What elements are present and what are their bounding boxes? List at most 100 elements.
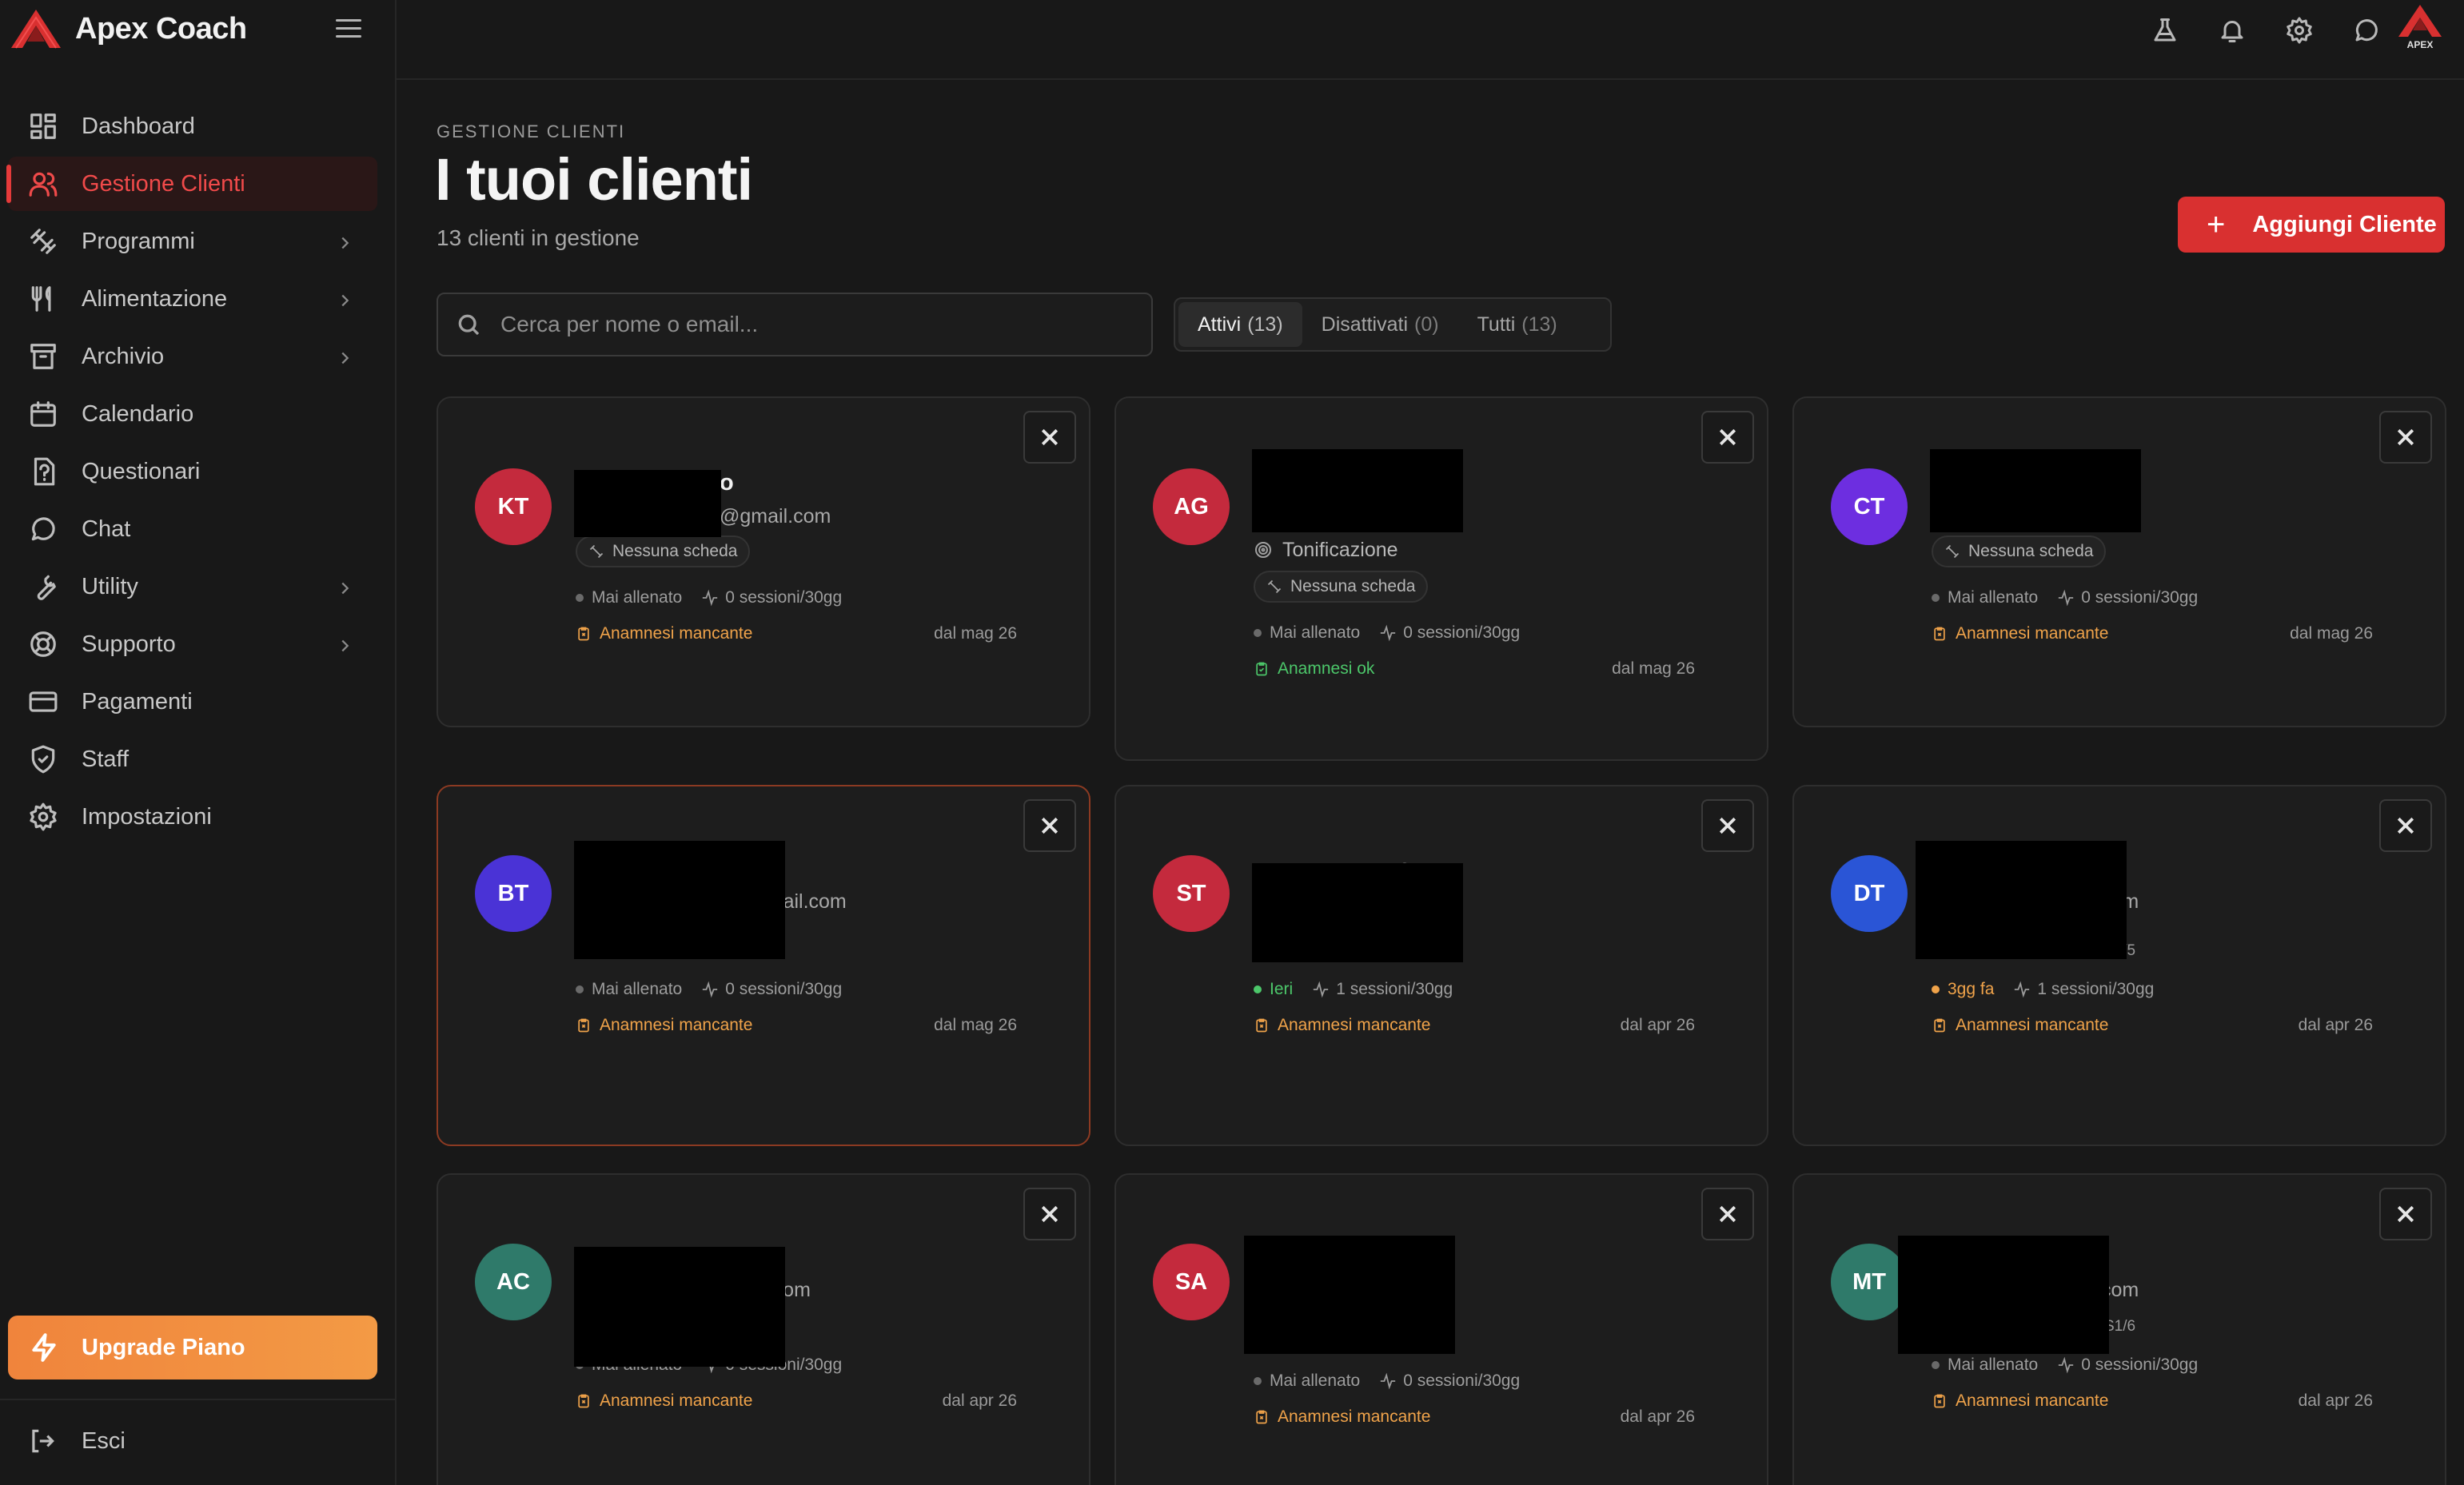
flask-icon[interactable] [2147,13,2183,48]
sidebar-item-impostazioni[interactable]: Impostazioni [8,790,377,844]
utensils-icon [31,286,51,312]
gear-icon[interactable] [2282,13,2317,48]
card-footer: Anamnesi mancante dal apr 26 [1254,1399,1703,1435]
card-footer: Anamnesi mancante dal apr 26 [1254,1007,1703,1044]
sidebar-item-questionari[interactable]: Questionari [8,444,377,499]
client-since: dal apr 26 [1620,1016,1695,1034]
anamnesis-label: Anamnesi mancante [1956,1016,2109,1034]
bell-icon[interactable] [2215,13,2250,48]
app-name: Apex Coach [75,11,247,46]
remove-client-button[interactable] [2379,1188,2432,1240]
activity-icon [1381,624,1396,642]
client-card[interactable]: STo.comS1/3Ieri1 sessioni/30ggAnamnesi m… [1114,785,1768,1146]
sidebar-item-dashboard[interactable]: Dashboard [8,99,377,153]
sidebar-item-alimentazione[interactable]: Alimentazione [8,272,377,326]
tab-attivi[interactable]: Attivi (13) [1178,302,1302,347]
chevron-right-icon [336,232,353,249]
remove-client-button[interactable] [2379,799,2432,852]
search-icon [458,314,480,336]
sidebar-item-programmi[interactable]: Programmi [8,214,377,269]
chat-icon[interactable] [2349,13,2384,48]
session-count: 0 sessioni/30gg [1403,623,1521,642]
status-dot [576,594,584,602]
client-card[interactable]: SA Mai allenato 0 sessioni/30gg Anamnesi ma… [1114,1173,1768,1485]
anamnesis-status[interactable]: Anamnesi mancante [1254,1407,1430,1427]
tab-count: (13) [1247,313,1283,336]
avatar: MT [1831,1244,1908,1320]
anamnesis-status[interactable]: Anamnesi mancante [1932,1391,2108,1411]
upgrade-plan-button[interactable]: Upgrade Piano [8,1316,377,1379]
client-since: dal mag 26 [2290,624,2373,643]
sidebar-item-pagamenti[interactable]: Pagamenti [8,675,377,729]
client-card[interactable]: BTin@gmail.comS1/6Mai allenato0 sessioni… [437,785,1090,1146]
session-count: 0 sessioni/30gg [2081,1356,2199,1374]
sidebar-item-archivio[interactable]: Archivio [8,329,377,384]
remove-client-button[interactable] [1023,1188,1076,1240]
anamnesis-status[interactable]: Anamnesi mancante [1932,624,2108,643]
program-badge-label: Nessuna scheda [1968,542,2094,560]
anamnesis-label: Anamnesi mancante [1956,624,2109,643]
activity-stats: Mai allenato 0 sessioni/30gg [1254,1364,1703,1399]
sidebar-item-label: Alimentazione [82,285,228,312]
sidebar-item-utility[interactable]: Utility [8,559,377,614]
apex-avatar-logo-icon[interactable]: APEX [2392,2,2448,53]
card-footer: Anamnesi mancante dal mag 26 [1932,615,2381,652]
dashboard-icon [27,110,59,142]
client-card[interactable]: AGdi.comTonificazioneNessuna schedaMai a… [1114,396,1768,761]
avatar: CT [1831,468,1908,545]
status-dot [1254,985,1262,993]
anamnesis-status[interactable]: Anamnesi mancante [1254,1016,1430,1035]
clipboard-icon [578,627,589,641]
client-card[interactable]: CToNessuna schedaMai allenato0 sessioni/… [1792,396,2446,727]
avatar: AC [475,1244,552,1320]
sidebar-item-chat[interactable]: Chat [8,502,377,556]
client-card[interactable]: DTail.comS2/53gg fa1 sessioni/30ggAnamne… [1792,785,2446,1146]
sidebar-item-calendario[interactable]: Calendario [8,387,377,441]
anamnesis-status[interactable]: Anamnesi mancante [576,1016,752,1035]
close-icon [2397,428,2414,446]
search-box[interactable] [437,293,1153,356]
remove-client-button[interactable] [1701,1188,1754,1240]
anamnesis-status[interactable]: Anamnesi mancante [1932,1016,2108,1035]
clipboard-icon [1256,662,1267,676]
sidebar-item-gestione-clienti[interactable]: Gestione Clienti [6,157,377,211]
brand[interactable]: Apex Coach [8,5,247,53]
card-footer: Anamnesi mancante dal mag 26 [576,615,1025,652]
sidebar-item-label: Gestione Clienti [82,170,245,197]
client-since: dal apr 26 [1620,1407,1695,1426]
sidebar-item-staff[interactable]: Staff [8,732,377,786]
status-filter-tabs: Attivi (13) Disattivati (0) Tutti (13) [1174,297,1612,352]
avatar: DT [1831,855,1908,932]
remove-client-button[interactable] [1023,799,1076,852]
redaction-block [574,841,785,959]
card-footer: Anamnesi mancante dal apr 26 [1932,1007,2381,1044]
tab-tutti[interactable]: Tutti (13) [1458,302,1577,347]
anamnesis-status[interactable]: Anamnesi mancante [576,624,752,643]
anamnesis-status[interactable]: Anamnesi ok [1254,659,1374,679]
topbar: APEX [397,0,2464,80]
client-card[interactable]: KT o @gmail.com Nessuna scheda Mai allenato 0… [437,396,1090,727]
activity-icon [2059,1356,2074,1374]
logout-label: Esci [82,1427,126,1454]
archive-icon [30,344,56,369]
sidebar-item-label: Calendario [82,400,194,427]
program-badge-label: Nessuna scheda [1290,577,1416,595]
last-training: Mai allenato [592,588,683,607]
remove-client-button[interactable] [1701,411,1754,464]
client-card[interactable]: MToail.comS1/6Mai allenato0 sessioni/30g… [1792,1173,2446,1485]
menu-toggle-icon[interactable] [333,13,365,45]
client-card[interactable]: ACagmail.comS1/6Mai allenato0 sessioni/3… [437,1173,1090,1485]
remove-client-button[interactable] [1023,411,1076,464]
gear-icon [27,801,59,833]
remove-client-button[interactable] [2379,411,2432,464]
status-dot [1254,629,1262,637]
remove-client-button[interactable] [1701,799,1754,852]
anamnesis-status[interactable]: Anamnesi mancante [576,1391,752,1411]
logout-button[interactable]: Esci [27,1426,126,1456]
search-input[interactable] [500,312,1124,337]
close-icon [1041,1205,1059,1223]
tab-disattivati[interactable]: Disattivati (0) [1302,302,1458,347]
sidebar-item-supporto[interactable]: Supporto [8,617,377,671]
add-client-button[interactable]: + Aggiungi Cliente [2178,197,2445,253]
dashboard-icon [30,113,56,139]
